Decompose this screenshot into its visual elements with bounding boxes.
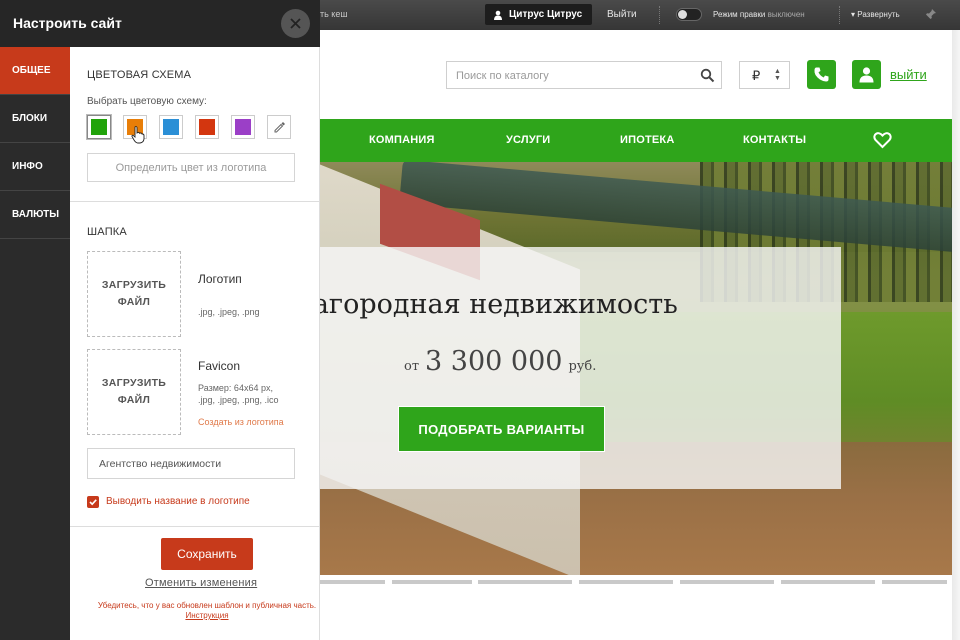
chevron-updown-icon: ▲ ▼ [774, 68, 781, 82]
nav-item-services[interactable]: УСЛУГИ [506, 134, 550, 146]
user-icon [859, 67, 874, 83]
currency-value: ₽ [752, 68, 761, 83]
color-scheme-title: ЦВЕТОВАЯ СХЕМА [87, 69, 192, 81]
user-button[interactable]: Цитрус Цитрус [485, 4, 593, 25]
slider-dot[interactable] [478, 580, 572, 584]
toolbar-divider [659, 6, 660, 24]
phone-icon [814, 67, 829, 82]
swatch-blue[interactable] [159, 115, 183, 139]
phone-button[interactable] [807, 60, 836, 89]
settings-content: ЦВЕТОВАЯ СХЕМА Выбрать цветовую схему: О… [70, 47, 320, 640]
slider-pagination [320, 580, 960, 586]
detect-logo-color-button[interactable]: Определить цвет из логотипа [87, 153, 295, 182]
user-icon [494, 10, 502, 20]
logout-link-header[interactable]: выйти [890, 67, 927, 82]
swatch-green[interactable] [87, 115, 111, 139]
show-name-checkbox[interactable] [87, 496, 99, 508]
instruction-link[interactable]: Инструкция [185, 611, 228, 620]
nav-item-mortgage[interactable]: ИПОТЕКА [620, 134, 674, 146]
logo-title: Логотип [198, 272, 242, 286]
expand-toolbar-button[interactable]: ▾ Развернуть [851, 10, 900, 19]
swatch-purple[interactable] [231, 115, 255, 139]
settings-panel-title: Настроить сайт [13, 15, 122, 31]
catalog-search-input[interactable]: Поиск по каталогу [446, 61, 722, 89]
custom-color-button[interactable] [267, 115, 291, 139]
hero-price: от 3 300 000 руб. [404, 346, 596, 377]
logout-link[interactable]: Выйти [607, 9, 637, 20]
create-favicon-from-logo-link[interactable]: Создать из логотипа [198, 417, 284, 427]
favicon-size: Размер: 64x64 px, [198, 383, 273, 393]
save-button[interactable]: Сохранить [161, 538, 253, 570]
hand-cursor-icon [131, 126, 145, 144]
edit-mode-state: выключен [767, 10, 805, 19]
site-name-field[interactable]: Агентство недвижимости [87, 448, 295, 479]
eyedropper-icon [274, 122, 285, 133]
price-currency: руб. [568, 359, 597, 374]
main-nav: КОМПАНИЯ УСЛУГИ ИПОТЕКА КОНТАКТЫ [320, 119, 952, 162]
section-divider [70, 201, 320, 202]
tab-blocks[interactable]: БЛОКИ [0, 95, 70, 143]
color-scheme-label: Выбрать цветовую схему: [87, 96, 207, 107]
swatch-red[interactable] [195, 115, 219, 139]
section-divider [70, 526, 320, 527]
logo-upload-dropzone[interactable]: ЗАГРУЗИТЬ ФАЙЛ [87, 251, 181, 337]
update-notice: Убедитесь, что у вас обновлен шаблон и п… [97, 601, 317, 620]
user-name: Цитрус Цитрус [509, 9, 583, 20]
hero-banner: Загородная недвижимость от 3 300 000 руб… [320, 162, 952, 575]
pin-icon[interactable] [925, 8, 937, 20]
heart-icon[interactable] [873, 131, 892, 149]
settings-panel-header: Настроить сайт [0, 0, 320, 47]
cancel-changes-link[interactable]: Отменить изменения [145, 577, 257, 589]
slider-dot[interactable] [320, 580, 385, 584]
header-section-title: ШАПКА [87, 226, 127, 238]
favicon-formats: .jpg, .jpeg, .png, .ico [198, 395, 279, 405]
nav-item-company[interactable]: КОМПАНИЯ [369, 134, 435, 146]
find-options-button[interactable]: ПОДОБРАТЬ ВАРИАНТЫ [398, 406, 605, 452]
favicon-upload-dropzone[interactable]: ЗАГРУЗИТЬ ФАЙЛ [87, 349, 181, 435]
account-button[interactable] [852, 60, 881, 89]
search-placeholder: Поиск по каталогу [456, 70, 549, 82]
slider-dot[interactable] [680, 580, 774, 584]
hero-title: Загородная недвижимость [320, 289, 678, 320]
tab-info[interactable]: ИНФО [0, 143, 70, 191]
scroll-gutter [952, 30, 960, 640]
close-button[interactable] [281, 9, 310, 38]
logo-formats: .jpg, .jpeg, .png [198, 307, 260, 317]
slider-dot[interactable] [392, 580, 472, 584]
show-name-label[interactable]: Выводить название в логотипе [106, 496, 250, 507]
edit-mode-label: Режим правки выключен [713, 10, 805, 19]
search-icon[interactable] [700, 68, 715, 83]
favicon-title: Favicon [198, 359, 241, 373]
nav-item-contacts[interactable]: КОНТАКТЫ [743, 134, 806, 146]
price-value: 3 300 000 [425, 346, 563, 377]
price-from: от [404, 359, 420, 374]
clear-cache-link[interactable]: ть кеш [320, 9, 348, 19]
settings-tabs: ОБЩЕЕ БЛОКИ ИНФО ВАЛЮТЫ [0, 47, 70, 640]
currency-select[interactable]: ₽ ▲ ▼ [739, 61, 790, 89]
edit-mode-toggle[interactable] [676, 8, 702, 21]
tab-general[interactable]: ОБЩЕЕ [0, 47, 70, 95]
toolbar-divider [839, 6, 840, 24]
checkmark-icon [89, 499, 97, 506]
slider-dot[interactable] [781, 580, 875, 584]
slider-dot[interactable] [579, 580, 673, 584]
close-icon [290, 18, 301, 29]
slider-dot[interactable] [882, 580, 947, 584]
tab-currencies[interactable]: ВАЛЮТЫ [0, 191, 70, 239]
